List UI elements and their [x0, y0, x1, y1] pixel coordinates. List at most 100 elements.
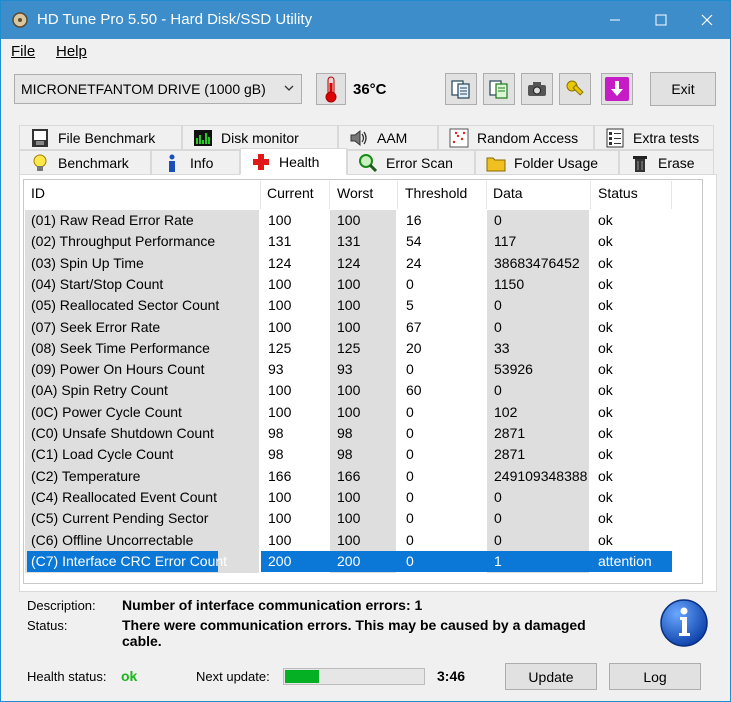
cell-worst: 166	[337, 467, 361, 484]
header-divider	[397, 181, 398, 209]
menu-help[interactable]: Help	[56, 43, 87, 60]
cell-worst: 100	[337, 488, 361, 505]
header-threshold[interactable]: Threshold	[405, 185, 467, 207]
lightbulb-icon	[33, 154, 47, 171]
table-row[interactable]: (05) Reallocated Sector Count 100 100 5 0 ok	[25, 295, 675, 316]
tab-label: Info	[190, 154, 214, 171]
title-bar[interactable]: HD Tune Pro 5.50 - Hard Disk/SSD Utility	[1, 1, 730, 39]
health-status-label: Health status:	[27, 669, 107, 684]
header-divider	[329, 181, 330, 209]
cell-current: 98	[268, 446, 284, 463]
cell-threshold: 54	[406, 233, 422, 250]
cell-data: 0	[494, 212, 502, 228]
exit-button[interactable]: Exit	[650, 72, 716, 106]
table-row[interactable]: (C0) Unsafe Shutdown Count 98 98 0 2871 ok	[25, 423, 675, 444]
table-row[interactable]: (C1) Load Cycle Count 98 98 0 2871 ok	[25, 444, 675, 465]
cell-worst: 100	[337, 403, 361, 420]
tab-disk-monitor[interactable]: Disk monitor	[182, 125, 338, 150]
cell-data: 0	[494, 382, 502, 399]
tab-aam[interactable]: AAM	[338, 125, 438, 150]
cell-threshold: 0	[406, 446, 414, 463]
copy-green-icon	[489, 80, 508, 99]
cell-id: (C1) Load Cycle Count	[31, 446, 174, 463]
tab-random-access[interactable]: Random Access	[438, 125, 594, 150]
header-status[interactable]: Status	[598, 185, 638, 207]
save-button[interactable]	[601, 73, 633, 105]
log-button[interactable]: Log	[609, 663, 701, 690]
trash-icon	[633, 155, 647, 172]
cell-id: (C4) Reallocated Event Count	[31, 488, 217, 505]
drive-select[interactable]: MICRONETFANTOM DRIVE (1000 gB)	[14, 74, 302, 104]
table-row[interactable]: (C4) Reallocated Event Count 100 100 0 0 ok	[25, 487, 675, 508]
table-row[interactable]: (C6) Offline Uncorrectable 100 100 0 0 ok	[25, 530, 675, 551]
table-row[interactable]: (C5) Current Pending Sector 100 100 0 0 ok	[25, 508, 675, 529]
cell-id: (07) Seek Error Rate	[31, 318, 161, 335]
menu-file[interactable]: File	[11, 43, 35, 60]
header-id[interactable]: ID	[31, 185, 45, 207]
cell-data: 249109348388	[494, 467, 588, 484]
tab-label: Benchmark	[58, 154, 129, 171]
close-button[interactable]	[684, 1, 730, 39]
update-button[interactable]: Update	[505, 663, 597, 690]
copy-icon	[451, 80, 470, 99]
cell-data: 1	[494, 552, 502, 569]
header-worst[interactable]: Worst	[337, 185, 373, 207]
cell-status: ok	[598, 318, 613, 335]
cell-status: attention	[598, 552, 652, 569]
tab-health[interactable]: Health	[240, 148, 347, 175]
table-row[interactable]: (0C) Power Cycle Count 100 100 0 102 ok	[25, 402, 675, 423]
tab-label: File Benchmark	[58, 129, 156, 146]
table-row[interactable]: (03) Spin Up Time 124 124 24 38683476452 ok	[25, 253, 675, 274]
tab-folder-usage[interactable]: Folder Usage	[475, 150, 619, 175]
table-row[interactable]: (04) Start/Stop Count 100 100 0 1150 ok	[25, 274, 675, 295]
cell-worst: 93	[337, 361, 353, 378]
table-row[interactable]: (02) Throughput Performance 131 131 54 117 ok	[25, 231, 675, 252]
cell-threshold: 16	[406, 212, 422, 228]
cell-worst: 100	[337, 297, 361, 314]
header-current[interactable]: Current	[267, 185, 314, 207]
status-text-line1: There were communication errors. This ma…	[122, 617, 586, 633]
cell-threshold: 20	[406, 339, 422, 356]
tab-file-benchmark[interactable]: File Benchmark	[19, 125, 182, 150]
cell-id: (03) Spin Up Time	[31, 254, 144, 271]
header-data[interactable]: Data	[493, 185, 523, 207]
tab-extra-tests[interactable]: Extra tests	[594, 125, 714, 150]
table-row[interactable]: (C2) Temperature 166 166 0 249109348388 ok	[25, 466, 675, 487]
tab-benchmark[interactable]: Benchmark	[19, 150, 151, 175]
tab-label: Random Access	[477, 129, 579, 146]
tab-label: Error Scan	[386, 154, 453, 171]
cell-current: 100	[268, 403, 292, 420]
table-row[interactable]: (01) Raw Read Error Rate 100 100 16 0 ok	[25, 210, 675, 231]
thermometer-button[interactable]	[316, 73, 346, 105]
table-row[interactable]: (0A) Spin Retry Count 100 100 60 0 ok	[25, 380, 675, 401]
table-row[interactable]: (C7) Interface CRC Error Count 200 200 0 1 at…	[25, 551, 675, 572]
options-button[interactable]	[559, 73, 591, 105]
maximize-button[interactable]	[638, 1, 684, 39]
cell-id: (02) Throughput Performance	[31, 233, 216, 250]
minimize-button[interactable]	[592, 1, 638, 39]
table-row[interactable]: (08) Seek Time Performance 125 125 20 33 ok	[25, 338, 675, 359]
close-icon	[701, 14, 713, 26]
cell-worst: 98	[337, 425, 353, 441]
cell-threshold: 24	[406, 254, 422, 271]
tab-info[interactable]: Info	[151, 150, 240, 175]
cell-worst: 100	[337, 531, 361, 548]
download-arrow-icon	[605, 77, 629, 101]
copy-all-button[interactable]	[483, 73, 515, 105]
cell-id: (C0) Unsafe Shutdown Count	[31, 425, 214, 441]
table-row[interactable]: (07) Seek Error Rate 100 100 67 0 ok	[25, 317, 675, 338]
cell-id: (C6) Offline Uncorrectable	[31, 531, 194, 548]
exit-button-label: Exit	[671, 81, 695, 97]
cell-status: ok	[598, 254, 613, 271]
tab-erase[interactable]: Erase	[619, 150, 714, 175]
copy-info-button[interactable]	[445, 73, 477, 105]
cell-id: (C5) Current Pending Sector	[31, 510, 209, 527]
cell-data: 117	[494, 233, 517, 250]
tab-error-scan[interactable]: Error Scan	[347, 150, 475, 175]
cell-data: 33	[494, 339, 510, 356]
disk-monitor-icon	[194, 129, 212, 146]
table-row[interactable]: (09) Power On Hours Count 93 93 0 53926 ok	[25, 359, 675, 380]
app-window: HD Tune Pro 5.50 - Hard Disk/SSD Utility…	[0, 0, 731, 702]
screenshot-button[interactable]	[521, 73, 553, 105]
header-divider	[590, 181, 591, 209]
